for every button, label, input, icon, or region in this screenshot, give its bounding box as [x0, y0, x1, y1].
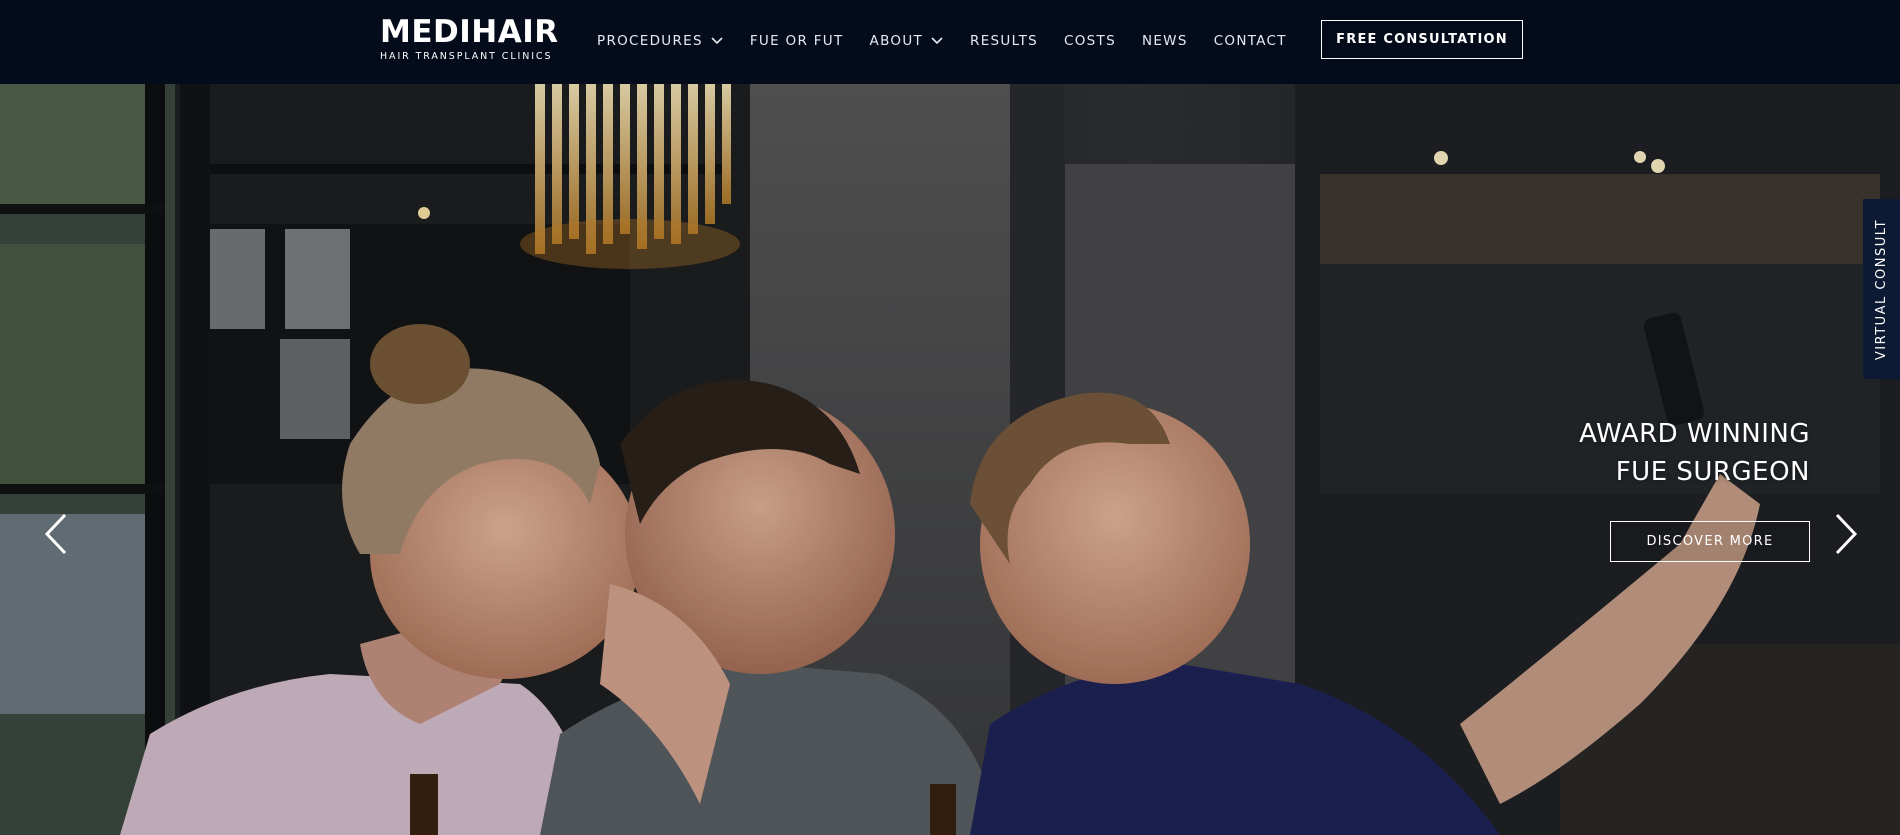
nav-item-fue-or-fut[interactable]: FUE OR FUT	[750, 33, 844, 49]
nav-item-costs[interactable]: COSTS	[1064, 33, 1116, 49]
free-consultation-button[interactable]: FREE CONSULTATION	[1321, 20, 1523, 59]
virtual-consult-tab[interactable]: VIRTUAL CONSULT	[1863, 199, 1900, 379]
hero-headline: AWARD WINNING FUE SURGEON	[1390, 415, 1810, 491]
site-header: MEDIHAIR HAIR TRANSPLANT CLINICS PROCEDU…	[0, 0, 1900, 84]
discover-more-button[interactable]: DISCOVER MORE	[1610, 521, 1810, 562]
nav-item-about[interactable]: ABOUT	[870, 33, 945, 49]
chevron-left-icon	[44, 513, 67, 555]
nav-item-news[interactable]: NEWS	[1142, 33, 1188, 49]
nav-item-label: COSTS	[1064, 33, 1116, 49]
nav-item-label: PROCEDURES	[597, 33, 703, 49]
slider-prev-button[interactable]	[36, 504, 76, 564]
chevron-down-icon	[930, 36, 944, 46]
nav-item-label: RESULTS	[970, 33, 1038, 49]
nav-item-results[interactable]: RESULTS	[970, 33, 1038, 49]
logo-tagline: HAIR TRANSPLANT CLINICS	[380, 51, 553, 62]
medihair-logo[interactable]: MEDIHAIR HAIR TRANSPLANT CLINICS	[380, 16, 565, 64]
hero-headline-line1: AWARD WINNING	[1579, 419, 1810, 449]
chevron-right-icon	[1835, 513, 1858, 555]
main-nav: PROCEDURES FUE OR FUT ABOUT RESULTS COST…	[597, 31, 1287, 51]
nav-item-label: FUE OR FUT	[749, 33, 844, 49]
slider-next-button[interactable]	[1826, 504, 1866, 564]
hero-headline-line2: FUE SURGEON	[1615, 457, 1810, 487]
chevron-down-icon	[710, 36, 724, 46]
nav-item-procedures[interactable]: PROCEDURES	[597, 33, 724, 49]
virtual-consult-label: VIRTUAL CONSULT	[1874, 218, 1890, 360]
logo-wordmark: MEDIHAIR	[380, 14, 559, 50]
nav-item-label: NEWS	[1141, 33, 1188, 49]
nav-item-contact[interactable]: CONTACT	[1214, 33, 1287, 49]
hero-slider: AWARD WINNING FUE SURGEON DISCOVER MORE	[0, 84, 1900, 835]
nav-item-label: ABOUT	[869, 33, 924, 49]
nav-item-label: CONTACT	[1213, 33, 1287, 49]
